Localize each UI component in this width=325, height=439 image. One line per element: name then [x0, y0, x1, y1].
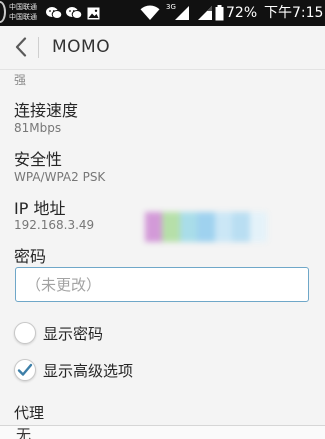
proxy-label: 代理 [14, 404, 45, 422]
proxy-selected-value: 无 [16, 426, 32, 439]
battery-icon [214, 0, 224, 26]
network-type-label: 3G [166, 3, 176, 11]
back-button[interactable] [6, 30, 36, 64]
wechat-icon [66, 0, 82, 26]
link-speed-label: 连接速度 [14, 101, 79, 120]
ip-address-value: 192.168.3.49 [14, 218, 95, 232]
show-advanced-label: 显示高级选项 [43, 361, 134, 380]
action-bar: MOMO [0, 26, 325, 70]
clock: 下午7:15 [264, 5, 324, 21]
checkbox-unchecked-icon [14, 322, 36, 344]
dual-sim-icon [0, 1, 6, 23]
carrier-1-label: 中国联通 [9, 3, 37, 11]
network-name-title: MOMO [52, 37, 111, 57]
password-input[interactable] [15, 267, 309, 302]
password-label: 密码 [14, 247, 47, 266]
image-icon [86, 0, 100, 26]
battery-level: 72% [226, 5, 258, 21]
checkmark-icon [14, 359, 36, 381]
signal-icon: 3G [166, 0, 190, 26]
carrier-2-label: 中国联通 [9, 13, 37, 21]
show-advanced-checkbox[interactable]: 显示高级选项 [14, 355, 133, 385]
show-password-checkbox[interactable]: 显示密码 [14, 318, 103, 348]
action-bar-divider [38, 37, 39, 58]
ip-address-label: IP 地址 [14, 199, 66, 218]
security-value: WPA/WPA2 PSK [14, 170, 106, 184]
carrier-indicator: 中国联通 中国联通 [0, 0, 44, 26]
redacted-mosaic [145, 212, 267, 242]
link-speed-value: 81Mbps [14, 121, 62, 135]
wechat-icon [46, 0, 62, 26]
wifi-icon [139, 0, 161, 26]
security-label: 安全性 [14, 150, 63, 169]
proxy-dropdown[interactable]: 无 [0, 425, 325, 439]
status-bar: 中国联通 中国联通 3G 72% 下午7:15 [0, 0, 325, 26]
show-password-label: 显示密码 [43, 324, 104, 343]
chevron-left-icon [15, 37, 27, 57]
signal-strength-value: 强 [14, 73, 27, 87]
signal-icon [197, 0, 213, 26]
